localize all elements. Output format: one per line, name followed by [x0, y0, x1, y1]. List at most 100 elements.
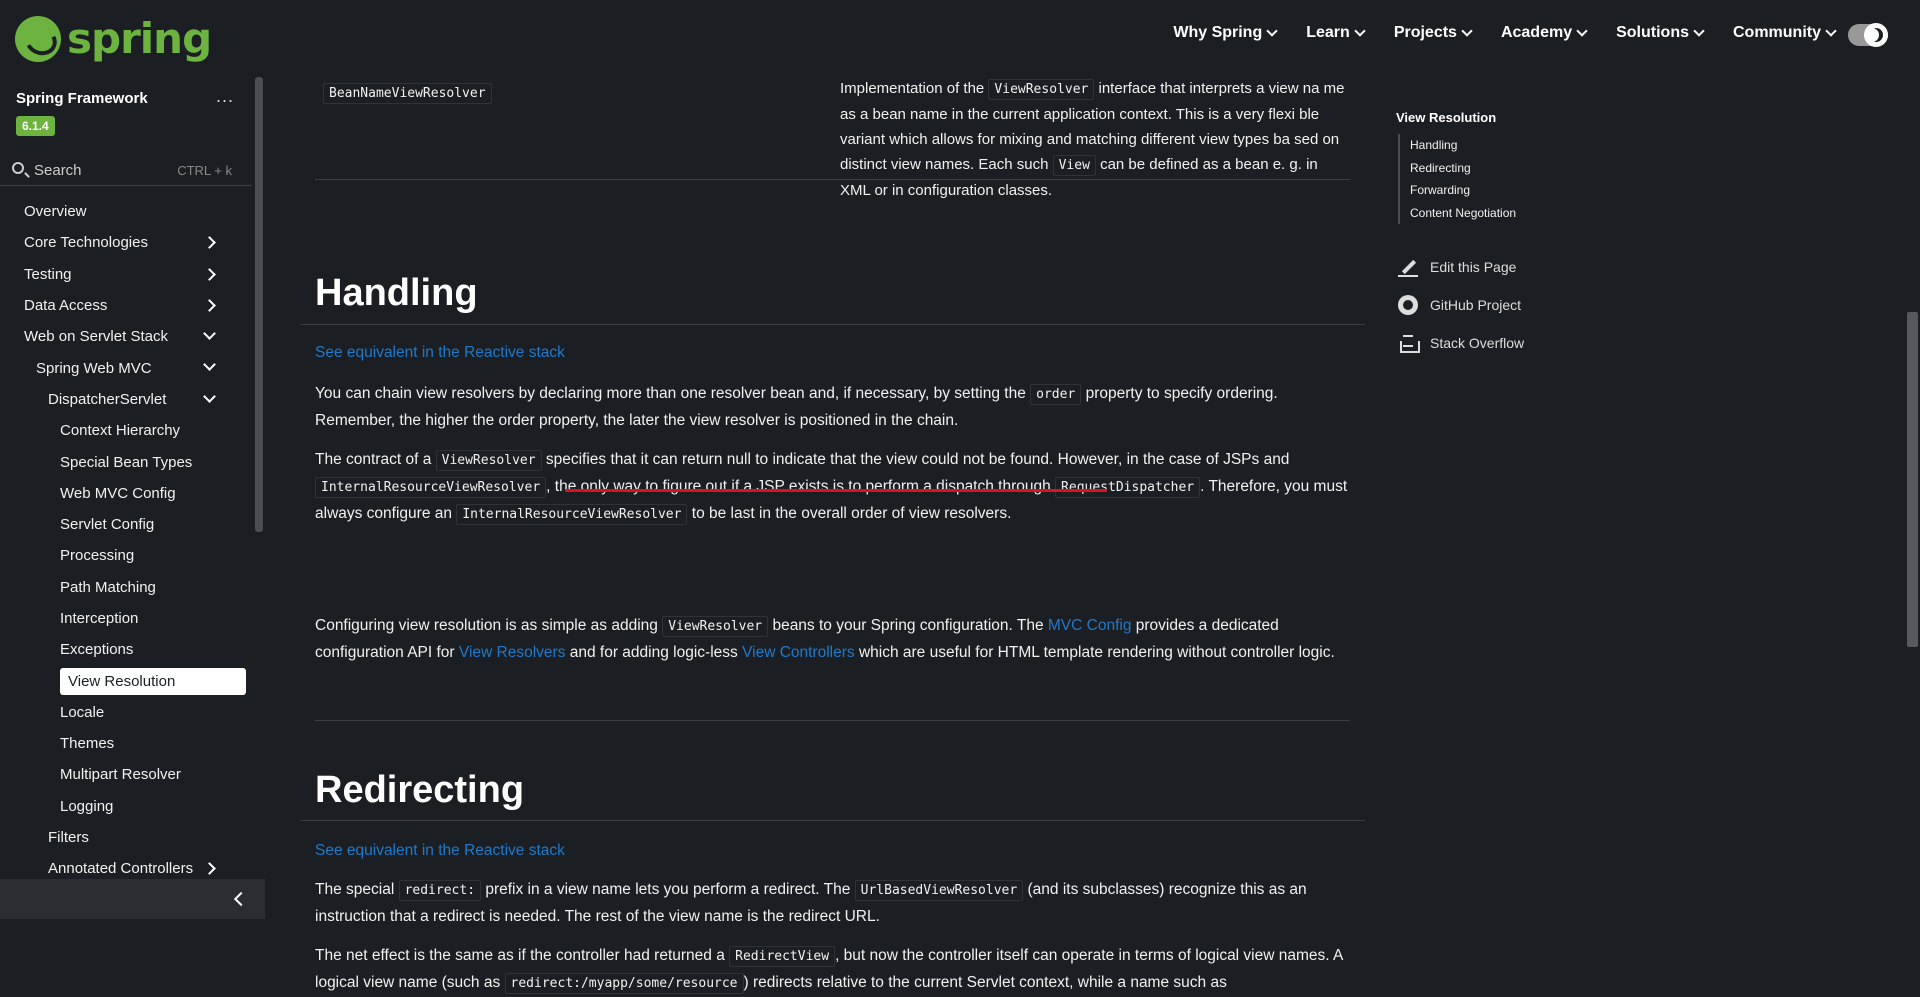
- chevron-down-icon: [1266, 25, 1278, 37]
- sidebar-scrollbar[interactable]: [255, 77, 263, 532]
- sidebar-item[interactable]: Testing: [0, 259, 252, 290]
- nav-label: Academy: [1500, 24, 1573, 41]
- moon-icon: [1864, 23, 1888, 47]
- sidebar-item-label: Annotated Controllers: [48, 860, 194, 878]
- page-scrollbar[interactable]: [1904, 72, 1920, 919]
- more-options-button[interactable]: ...: [216, 86, 234, 107]
- sidebar-item-label: Interception: [60, 610, 139, 627]
- chevron-right-icon[interactable]: [203, 299, 216, 312]
- link-label: Edit this Page: [1430, 259, 1517, 275]
- sidebar-title: Spring Framework: [16, 90, 148, 107]
- chevron-right-icon[interactable]: [203, 862, 216, 876]
- code-snippet: redirect:: [398, 880, 482, 901]
- chevron-down-icon[interactable]: [203, 327, 216, 341]
- sidebar-item[interactable]: Themes: [0, 728, 252, 759]
- sidebar-item[interactable]: Servlet Config: [0, 509, 252, 540]
- sidebar-item[interactable]: Spring Web MVC: [0, 352, 252, 383]
- sidebar-item[interactable]: Web MVC Config: [0, 478, 252, 509]
- sidebar-item[interactable]: Web on Servlet Stack: [0, 321, 252, 352]
- sidebar-item[interactable]: Special Bean Types: [0, 446, 252, 477]
- link-text[interactable]: See equivalent in the Reactive stack: [315, 344, 565, 361]
- sidebar-item[interactable]: Multipart Resolver: [0, 759, 252, 790]
- divider: [315, 720, 1350, 721]
- sidebar-item-label: Core Technologies: [24, 234, 148, 252]
- collapse-sidebar-icon[interactable]: [233, 891, 249, 907]
- sidebar-item-label: Context Hierarchy: [60, 422, 181, 440]
- chevron-right-icon[interactable]: [203, 267, 216, 281]
- sidebar-item[interactable]: Interception: [0, 603, 252, 634]
- nav-solutions[interactable]: Solutions: [1616, 24, 1705, 42]
- text: prefix in a view name lets you perform a…: [481, 881, 855, 898]
- sidebar-item-label: Themes: [60, 735, 115, 753]
- chevron-down-icon: [1354, 25, 1366, 37]
- sidebar-item[interactable]: Filters: [0, 822, 252, 853]
- sidebar-item[interactable]: Logging: [0, 791, 252, 822]
- spring-logo[interactable]: spring: [15, 14, 212, 63]
- nav-why-spring[interactable]: Why Spring: [1173, 24, 1278, 42]
- reactive-stack-link[interactable]: See equivalent in the Reactive stack: [315, 340, 1355, 366]
- nav-label: Projects: [1393, 24, 1457, 41]
- nav-label: Solutions: [1616, 24, 1689, 41]
- sidebar-item[interactable]: Processing: [0, 540, 252, 571]
- sidebar-item[interactable]: Context Hierarchy: [0, 415, 252, 446]
- code-snippet: ViewResolver: [662, 616, 769, 637]
- sidebar-item[interactable]: Data Access: [0, 290, 252, 321]
- sidebar-item[interactable]: View Resolution: [0, 665, 252, 696]
- sidebar-item[interactable]: Locale: [0, 697, 252, 728]
- nav-projects[interactable]: Projects: [1393, 24, 1473, 42]
- sidebar-item-label: Overview: [24, 203, 87, 221]
- sidebar-item-label: Spring Web MVC: [36, 359, 152, 377]
- text: to be last in the overall order of view …: [687, 505, 1012, 522]
- sidebar-item-label: Logging: [60, 797, 114, 815]
- sidebar-footer: [0, 879, 265, 919]
- text: You can chain view resolvers by declarin…: [315, 385, 1031, 402]
- text: The special: [315, 881, 399, 898]
- code-snippet: redirect:/myapp/some/resource: [504, 973, 744, 994]
- version-badge[interactable]: 6.1.4: [16, 116, 55, 136]
- toc-item-forwarding[interactable]: Forwarding: [1410, 179, 1516, 202]
- spring-leaf-icon: [15, 15, 61, 62]
- text: beans to your Spring configuration. The: [768, 617, 1048, 634]
- nav-label: Community: [1733, 24, 1821, 41]
- chevron-down-icon[interactable]: [203, 358, 216, 372]
- reactive-stack-link[interactable]: See equivalent in the Reactive stack: [315, 838, 1355, 864]
- scrollbar-thumb[interactable]: [1907, 312, 1918, 647]
- sidebar-item[interactable]: Path Matching: [0, 572, 252, 603]
- red-annotation-underline: [565, 489, 1107, 492]
- search-shortcut: CTRL + k: [177, 163, 232, 178]
- edit-page-link[interactable]: Edit this Page: [1398, 248, 1524, 286]
- nav-learn[interactable]: Learn: [1306, 24, 1366, 42]
- sidebar-item-label: Special Bean Types: [60, 453, 193, 471]
- toc-item-content-negotiation[interactable]: Content Negotiation: [1410, 202, 1516, 225]
- toc-item-handling[interactable]: Handling: [1410, 134, 1516, 157]
- sidebar-item[interactable]: Core Technologies: [0, 227, 252, 258]
- search-icon: [12, 162, 24, 174]
- toc-title[interactable]: View Resolution: [1396, 110, 1496, 125]
- code-snippet: ViewResolver: [988, 79, 1095, 100]
- theme-toggle[interactable]: [1848, 23, 1888, 47]
- link-text[interactable]: See equivalent in the Reactive stack: [315, 842, 565, 859]
- code-snippet: RedirectView: [729, 946, 836, 967]
- view-resolvers-link[interactable]: View Resolvers: [459, 644, 566, 661]
- pencil-icon: [1398, 257, 1418, 277]
- chevron-down-icon[interactable]: [203, 389, 216, 403]
- nav-label: Learn: [1306, 24, 1350, 41]
- sidebar-item[interactable]: Overview: [0, 196, 252, 227]
- mvc-config-link[interactable]: MVC Config: [1048, 617, 1132, 634]
- sidebar-item-label: View Resolution: [60, 667, 246, 695]
- view-controllers-link[interactable]: View Controllers: [742, 644, 855, 661]
- stack-overflow-link[interactable]: Stack Overflow: [1398, 324, 1524, 362]
- code-snippet: order: [1030, 384, 1082, 405]
- nav-academy[interactable]: Academy: [1500, 24, 1588, 42]
- github-project-link[interactable]: GitHub Project: [1398, 286, 1524, 324]
- chevron-right-icon[interactable]: [203, 236, 216, 250]
- link-label: Stack Overflow: [1430, 335, 1525, 351]
- nav-community[interactable]: Community: [1733, 24, 1837, 42]
- top-navbar: spring Why Spring Learn Projects Academy…: [0, 0, 1920, 72]
- search-button[interactable]: Search CTRL + k: [0, 152, 252, 186]
- sidebar-item[interactable]: Exceptions: [0, 634, 252, 665]
- text: Implementation of the: [840, 80, 989, 97]
- toc-item-redirecting[interactable]: Redirecting: [1410, 157, 1516, 180]
- sidebar-item[interactable]: DispatcherServlet: [0, 384, 252, 415]
- code-snippet: View: [1052, 155, 1096, 176]
